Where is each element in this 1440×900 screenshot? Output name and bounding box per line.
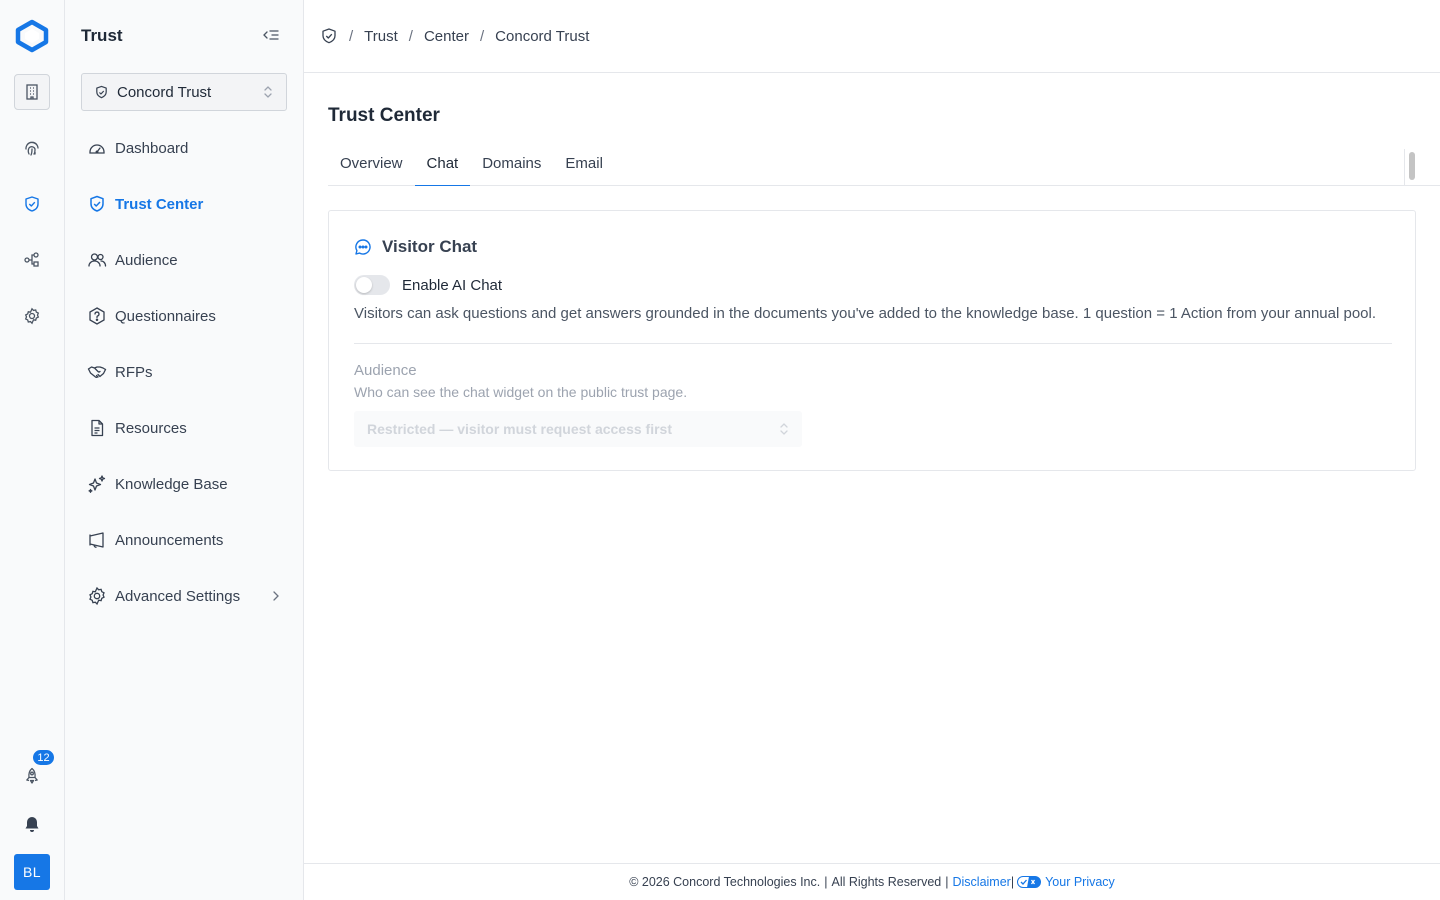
sidebar-item-label: Knowledge Base [115, 475, 228, 493]
handshake-icon [87, 366, 107, 379]
audience-label: Audience [354, 362, 417, 379]
footer-rights: All Rights Reserved [831, 875, 942, 889]
sidebar-item-questionnaires[interactable]: Questionnaires [81, 296, 287, 336]
tab-overview[interactable]: Overview [328, 141, 415, 186]
audience-help-text: Who can see the chat widget on the publi… [354, 384, 688, 400]
ai-chat-toggle-row: Enable AI Chat [354, 275, 502, 295]
rail-trust-button[interactable] [14, 186, 50, 222]
scrollbar-thumb[interactable] [1409, 152, 1415, 180]
tab-scrollbar[interactable] [1404, 149, 1418, 185]
sidebar-item-knowledge-base[interactable]: Knowledge Base [81, 464, 287, 504]
sidebar-item-rfps[interactable]: RFPs [81, 352, 287, 392]
hex-question-icon [89, 307, 105, 325]
app-logo[interactable] [14, 19, 50, 53]
audience-select[interactable]: Restricted — visitor must request access… [354, 411, 802, 447]
rail-settings-button[interactable] [14, 298, 50, 334]
footer-separator: | [1010, 875, 1015, 889]
breadcrumb-separator: / [349, 27, 354, 45]
footer-copyright: © 2026 Concord Technologies Inc. [629, 875, 821, 889]
chevron-up-down-icon [780, 423, 788, 435]
toggle-label: Enable AI Chat [402, 276, 503, 294]
chevron-right-icon [273, 591, 279, 601]
org-selector-value: Concord Trust [117, 83, 212, 101]
building-icon [26, 84, 38, 100]
sidebar-item-label: RFPs [115, 363, 153, 381]
rail-fingerprint-button[interactable] [14, 130, 50, 166]
footer-separator: | [945, 875, 949, 889]
users-icon [88, 253, 107, 267]
org-selector[interactable]: Concord Trust [81, 73, 287, 111]
sidebar-item-audience[interactable]: Audience [81, 240, 287, 280]
disclaimer-link[interactable]: Disclaimer [953, 875, 1011, 889]
breadcrumb-separator: / [408, 27, 413, 45]
sidebar-nav: Dashboard Trust Center Audience Question… [81, 128, 287, 632]
shield-check-icon [25, 196, 39, 212]
settings-icon [24, 307, 40, 325]
section-sidebar: Trust Concord Trust Dashboard Trust Cent… [65, 0, 304, 900]
rail-building-button[interactable] [14, 74, 50, 110]
tab-bar: Overview Chat Domains Email [328, 141, 1440, 186]
footer: © 2026 Concord Technologies Inc. | All R… [304, 863, 1440, 900]
document-icon [91, 419, 104, 437]
sidebar-item-dashboard[interactable]: Dashboard [81, 128, 287, 168]
visitor-chat-card: Visitor Chat Enable AI Chat Visitors can… [328, 210, 1416, 471]
notification-count-badge: 12 [31, 748, 56, 767]
footer-separator: | [824, 875, 828, 889]
rail-notifications-button[interactable] [14, 806, 50, 842]
divider [354, 343, 1392, 344]
chevron-up-down-icon [264, 86, 272, 98]
sidebar-item-label: Questionnaires [115, 307, 216, 325]
sparkles-icon [88, 475, 106, 493]
chat-description: Visitors can ask questions and get answe… [354, 305, 1376, 322]
enable-ai-chat-toggle[interactable] [354, 275, 390, 295]
sidebar-item-label: Trust Center [115, 195, 204, 213]
main-content: / Trust / Center / Concord Trust Trust C… [304, 0, 1440, 900]
sidebar-item-label: Dashboard [115, 139, 189, 157]
shield-check-icon [96, 85, 107, 98]
sidebar-item-trust-center[interactable]: Trust Center [81, 184, 287, 224]
sidebar-item-advanced-settings[interactable]: Advanced Settings [81, 576, 287, 616]
icon-rail: 12 BL [0, 0, 65, 900]
sidebar-item-label: Audience [115, 251, 178, 269]
shield-check-icon[interactable] [320, 27, 338, 45]
breadcrumb-separator: / [480, 27, 485, 45]
sidebar-item-label: Advanced Settings [115, 587, 241, 605]
user-avatar[interactable]: BL [14, 854, 50, 890]
sidebar-item-resources[interactable]: Resources [81, 408, 287, 448]
sidebar-title: Trust [81, 26, 123, 45]
rocket-icon [26, 767, 38, 784]
chat-bubble-icon [355, 239, 371, 255]
card-title: Visitor Chat [382, 237, 478, 256]
tab-domains[interactable]: Domains [470, 141, 553, 186]
tab-email[interactable]: Email [553, 141, 615, 186]
shield-check-icon [90, 195, 104, 212]
bell-icon [25, 817, 39, 832]
tab-chat[interactable]: Chat [414, 141, 471, 186]
gear-icon [89, 586, 105, 606]
privacy-choices-icon [1017, 876, 1042, 888]
sidebar-item-label: Announcements [115, 531, 224, 549]
card-header: Visitor Chat [354, 237, 477, 257]
breadcrumb-item-center[interactable]: Center [424, 28, 469, 45]
megaphone-icon [89, 532, 104, 548]
audience-select-value: Restricted — visitor must request access… [367, 421, 673, 437]
fingerprint-icon [25, 141, 39, 156]
breadcrumb-item-current: Concord Trust [495, 27, 590, 45]
rail-workflow-button[interactable] [14, 242, 50, 278]
collapse-sidebar-icon[interactable] [261, 26, 281, 46]
sidebar-item-announcements[interactable]: Announcements [81, 520, 287, 560]
breadcrumb-item-trust[interactable]: Trust [364, 28, 398, 45]
breadcrumb: / Trust / Center / Concord Trust [304, 0, 1440, 73]
privacy-link[interactable]: Your Privacy [1045, 875, 1115, 889]
gauge-icon [89, 144, 105, 154]
sidebar-item-label: Resources [115, 419, 187, 437]
workflow-icon [24, 252, 39, 267]
page-title: Trust Center [328, 105, 440, 126]
